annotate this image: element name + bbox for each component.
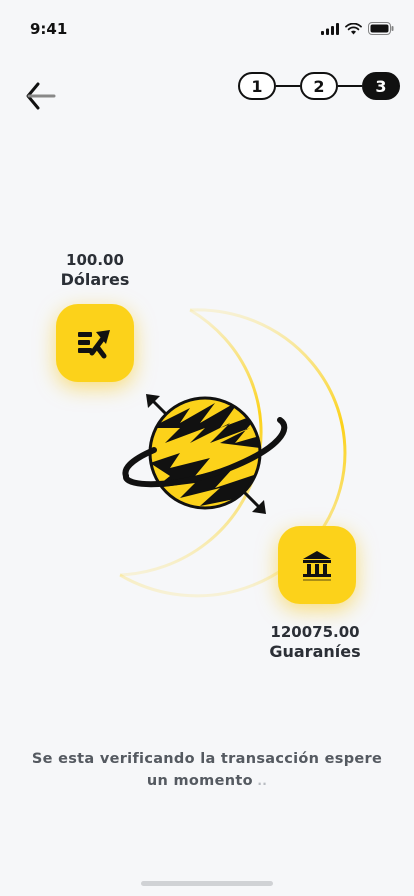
to-amount: 120075.00	[270, 623, 360, 641]
loading-dots: ..	[252, 774, 268, 788]
to-currency: Guaraníes	[269, 642, 361, 661]
to-amount-block: 120075.00 Guaraníes	[250, 622, 380, 662]
send-money-tile	[56, 304, 134, 382]
verification-message: Se esta verificando la transacción esper…	[20, 748, 394, 792]
send-money-icon	[78, 330, 110, 359]
from-amount: 100.00	[66, 251, 124, 269]
planet-illustration	[122, 394, 288, 514]
bank-icon	[303, 551, 331, 581]
from-amount-block: 100.00 Dólares	[35, 250, 155, 290]
home-indicator[interactable]	[141, 881, 273, 886]
verification-text: Se esta verificando la transacción esper…	[31, 751, 383, 789]
from-currency: Dólares	[60, 270, 130, 289]
bank-tile	[278, 526, 356, 604]
